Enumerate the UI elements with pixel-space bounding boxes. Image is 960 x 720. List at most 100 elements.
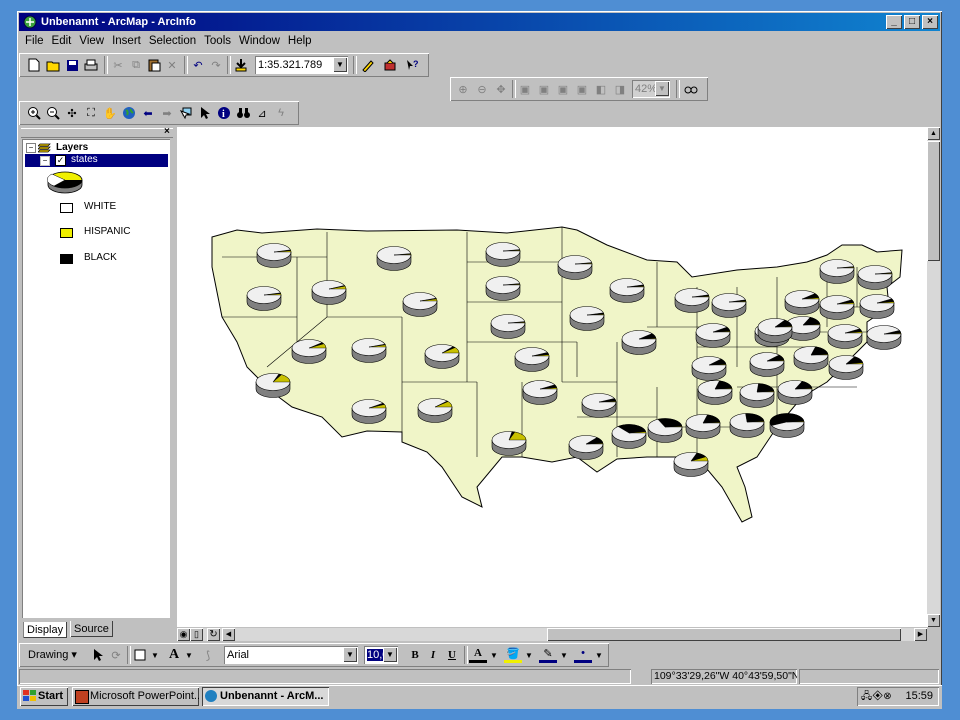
edit-vertices-icon[interactable]: ⟆ [199, 646, 217, 664]
editor-toolbar-icon[interactable] [359, 56, 377, 74]
minimize-button[interactable]: _ [886, 15, 902, 29]
font-name-combo[interactable]: Arial ▼ [224, 646, 358, 664]
taskbar-arcmap[interactable]: Unbenannt - ArcM... [202, 687, 329, 706]
toc-close-icon[interactable]: × [164, 126, 170, 137]
states-visibility-checkbox[interactable]: ✓ [55, 155, 66, 166]
menu-selection[interactable]: Selection [145, 33, 200, 49]
chevron-down-icon[interactable]: ▼ [343, 647, 357, 662]
full-extent-globe-icon[interactable] [120, 104, 138, 122]
identify-icon[interactable]: i [215, 104, 233, 122]
redo-icon[interactable]: ↷ [207, 56, 225, 74]
add-data-icon[interactable] [232, 56, 250, 74]
menu-window[interactable]: Window [235, 33, 284, 49]
map-horizontal-scrollbar[interactable]: ◉ ▯ ↻ ◀ ▶ [177, 628, 927, 641]
pie-symbol [784, 290, 820, 315]
chevron-down-icon[interactable]: ▼ [520, 646, 538, 664]
tray-icons[interactable]: 🖧◈⊗ [861, 687, 892, 706]
zoom-out-layout-icon[interactable]: ⊖ [473, 80, 491, 98]
zoom-in-icon[interactable] [25, 104, 43, 122]
zoom-out-icon[interactable] [44, 104, 62, 122]
maximize-button[interactable]: □ [904, 15, 920, 29]
collapse-layers-icon[interactable]: − [26, 143, 36, 153]
print-icon[interactable] [82, 56, 100, 74]
fixed-zoom-out-icon[interactable]: ▣ [554, 80, 572, 98]
font-size-combo[interactable]: 10,0 ▼ [364, 646, 398, 664]
menu-edit[interactable]: Edit [48, 33, 76, 49]
chevron-down-icon[interactable]: ▼ [146, 646, 164, 664]
open-folder-icon[interactable] [44, 56, 62, 74]
fixed-zoom-in-icon[interactable]: ✣ [63, 104, 81, 122]
scroll-left-icon[interactable]: ◀ [222, 628, 235, 641]
map-vertical-scrollbar[interactable]: ▲ ▼ [927, 127, 940, 627]
tab-display[interactable]: Display [23, 622, 68, 638]
toggle-draft-mode-icon[interactable] [682, 80, 700, 98]
close-button[interactable]: × [922, 15, 938, 29]
chevron-down-icon[interactable]: ▼ [180, 646, 198, 664]
fixed-zoom-in-icon[interactable]: ▣ [535, 80, 553, 98]
drawing-menu[interactable]: Drawing ▾ [28, 648, 77, 661]
usa-map[interactable] [177, 127, 927, 627]
chevron-down-icon[interactable]: ▼ [655, 81, 669, 96]
select-elements-arrow-icon[interactable] [89, 646, 107, 664]
map-scale-combo[interactable]: 1:35.321.789 ▼ [255, 56, 348, 74]
toc-grip[interactable] [21, 128, 173, 138]
go-back-extent-icon[interactable]: ◧ [592, 80, 610, 98]
layers-root-label[interactable]: Layers [56, 142, 88, 153]
delete-icon[interactable]: ✕ [163, 56, 181, 74]
find-binoculars-icon[interactable] [234, 104, 252, 122]
go-back-icon[interactable]: ⬅ [139, 104, 157, 122]
zoom-100-icon[interactable]: ▣ [573, 80, 591, 98]
pan-layout-icon[interactable]: ✥ [492, 80, 510, 98]
layout-zoom-combo[interactable]: 42% ▼ [632, 80, 670, 98]
states-layer-row[interactable]: − ✓ states [25, 154, 168, 167]
map-view[interactable] [177, 127, 927, 627]
whats-this-help-icon[interactable]: ? [403, 56, 421, 74]
scroll-up-icon[interactable]: ▲ [927, 127, 940, 140]
menu-view[interactable]: View [75, 33, 108, 49]
pan-hand-icon[interactable]: ✋ [101, 104, 119, 122]
chevron-down-icon[interactable]: ▼ [590, 646, 608, 664]
horizontal-scroll-thumb[interactable] [547, 628, 901, 641]
undo-icon[interactable]: ↶ [189, 56, 207, 74]
data-view-globe-icon[interactable]: ◉ [177, 628, 190, 641]
chevron-down-icon[interactable]: ▼ [485, 646, 503, 664]
copy-icon[interactable]: ⧉ [127, 56, 145, 74]
chevron-down-icon[interactable]: ▼ [333, 57, 347, 72]
paste-icon[interactable] [145, 56, 163, 74]
go-forward-icon[interactable]: ➡ [158, 104, 176, 122]
bold-button[interactable]: B [406, 646, 424, 664]
italic-button[interactable]: I [424, 646, 442, 664]
menu-help[interactable]: Help [284, 33, 316, 49]
pie-symbol [685, 414, 721, 439]
zoom-whole-page-icon[interactable]: ▣ [516, 80, 534, 98]
start-button[interactable]: Start [20, 687, 68, 706]
status-extra-field [799, 669, 939, 684]
select-features-icon[interactable] [177, 104, 195, 122]
menu-tools[interactable]: Tools [200, 33, 235, 49]
measure-icon[interactable]: ⊿ [253, 104, 271, 122]
hyperlink-lightning-icon[interactable]: ϟ [272, 104, 290, 122]
fixed-zoom-out-icon[interactable]: ⛶ [82, 104, 100, 122]
arctoolbox-icon[interactable] [381, 56, 399, 74]
underline-button[interactable]: U [443, 646, 461, 664]
layout-view-page-icon[interactable]: ▯ [190, 628, 203, 641]
vertical-scroll-thumb[interactable] [927, 141, 940, 261]
taskbar-powerpoint[interactable]: Microsoft PowerPoint... [72, 687, 199, 706]
scroll-down-icon[interactable]: ▼ [927, 614, 940, 627]
save-icon[interactable] [63, 56, 81, 74]
tab-source[interactable]: Source [70, 621, 113, 637]
chevron-down-icon[interactable]: ▼ [555, 646, 573, 664]
title-bar[interactable]: Unbenannt - ArcMap - ArcInfo _ □ × [19, 13, 940, 31]
collapse-states-icon[interactable]: − [40, 156, 50, 166]
menu-file[interactable]: File [21, 33, 48, 49]
zoom-in-layout-icon[interactable]: ⊕ [454, 80, 472, 98]
new-document-icon[interactable] [25, 56, 43, 74]
scroll-right-icon[interactable]: ▶ [914, 628, 927, 641]
refresh-view-icon[interactable]: ↻ [207, 628, 220, 641]
go-forward-extent-icon[interactable]: ◨ [611, 80, 629, 98]
select-elements-arrow-icon[interactable] [196, 104, 214, 122]
rotate-icon[interactable]: ⟳ [107, 646, 125, 664]
cut-icon[interactable]: ✂ [109, 56, 127, 74]
chevron-down-icon[interactable]: ▼ [383, 647, 397, 662]
menu-insert[interactable]: Insert [108, 33, 145, 49]
